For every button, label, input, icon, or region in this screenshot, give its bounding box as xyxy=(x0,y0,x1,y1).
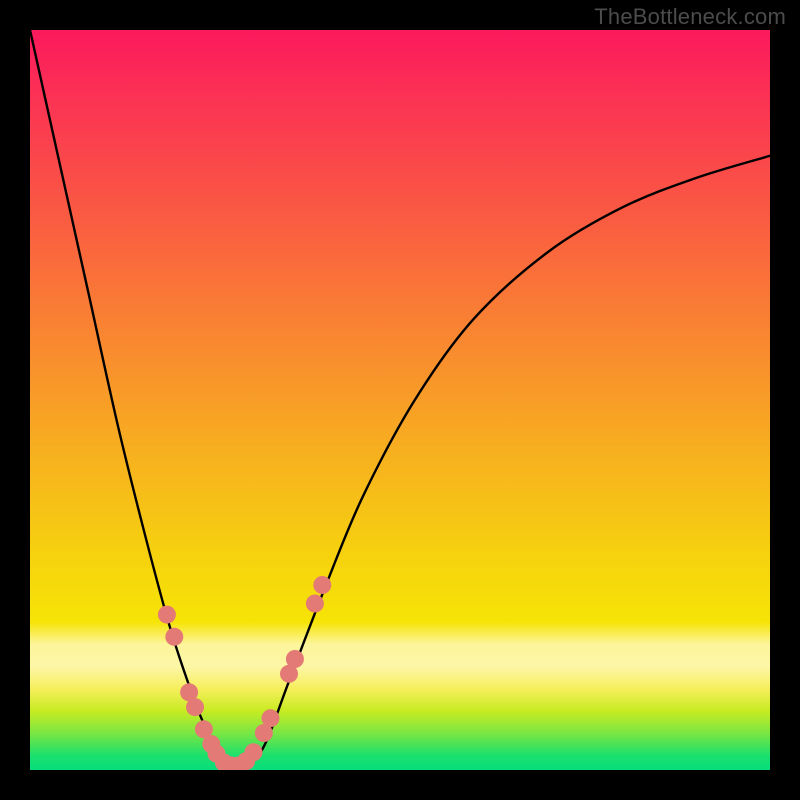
curve-marker xyxy=(186,698,204,716)
curve-marker xyxy=(286,650,304,668)
curve-marker xyxy=(158,606,176,624)
curve-marker xyxy=(244,743,262,761)
bottleneck-curve xyxy=(30,30,770,768)
plot-area xyxy=(30,30,770,770)
chart-container: TheBottleneck.com xyxy=(0,0,800,800)
watermark-text: TheBottleneck.com xyxy=(594,4,786,30)
curve-marker xyxy=(262,709,280,727)
curve-marker xyxy=(165,628,183,646)
curve-marker xyxy=(306,595,324,613)
curve-svg xyxy=(30,30,770,770)
curve-marker xyxy=(313,576,331,594)
